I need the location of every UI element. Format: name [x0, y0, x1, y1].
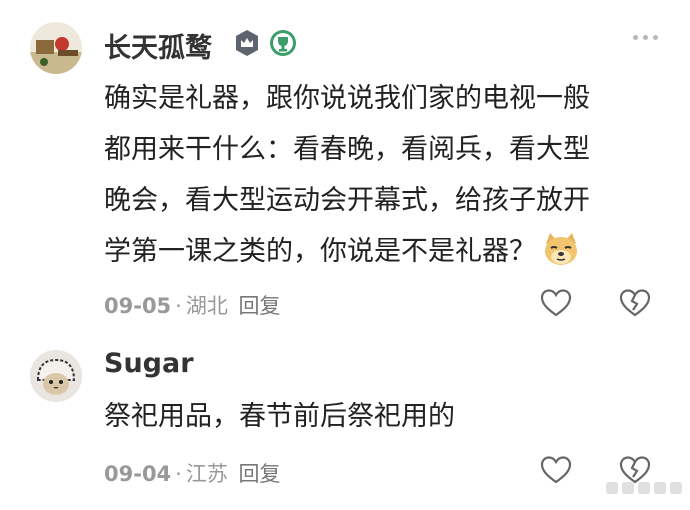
more-options-icon[interactable]	[633, 35, 658, 40]
comment-location: 江苏	[185, 462, 228, 486]
watermark	[606, 482, 682, 494]
rank-badge-icon	[236, 30, 258, 56]
comment-text: 确实是礼器，跟你说说我们家的电视一般 都用来干什么：看春晚，看阅兵，看大型 晚会…	[104, 73, 664, 277]
comment-date: 09-05	[104, 294, 172, 318]
trophy-badge-icon	[270, 30, 296, 56]
comment-line: 确实是礼器，跟你说说我们家的电视一般	[104, 83, 590, 114]
avatar[interactable]	[30, 350, 82, 402]
like-icon[interactable]	[540, 288, 572, 318]
comment-line: 都用来干什么：看春晚，看阅兵，看大型	[104, 134, 590, 165]
doge-emoji-icon	[545, 233, 577, 265]
reply-button[interactable]: 回复	[239, 294, 281, 318]
meta-separator: ·	[175, 462, 182, 486]
like-icon[interactable]	[540, 455, 572, 485]
dislike-icon[interactable]	[619, 455, 651, 485]
comment-location: 湖北	[185, 294, 228, 318]
comment-meta: 09-05 · 湖北 回复	[104, 290, 281, 320]
comment-line: 学第一课之类的，你说是不是礼器？	[104, 226, 664, 277]
comment-date: 09-04	[104, 462, 172, 486]
comment-text: 祭祀用品，春节前后祭祀用的	[104, 391, 664, 442]
comment-line: 晚会，看大型运动会开幕式，给孩子放开	[104, 185, 590, 216]
dislike-icon[interactable]	[619, 288, 651, 318]
comment-line: 祭祀用品，春节前后祭祀用的	[104, 401, 455, 432]
comment-meta: 09-04 · 江苏 回复	[104, 458, 281, 488]
username[interactable]: 长天孤鹜	[104, 26, 212, 65]
meta-separator: ·	[175, 294, 182, 318]
username[interactable]: Sugar	[104, 348, 194, 379]
reply-button[interactable]: 回复	[239, 462, 281, 486]
avatar[interactable]	[30, 22, 82, 74]
